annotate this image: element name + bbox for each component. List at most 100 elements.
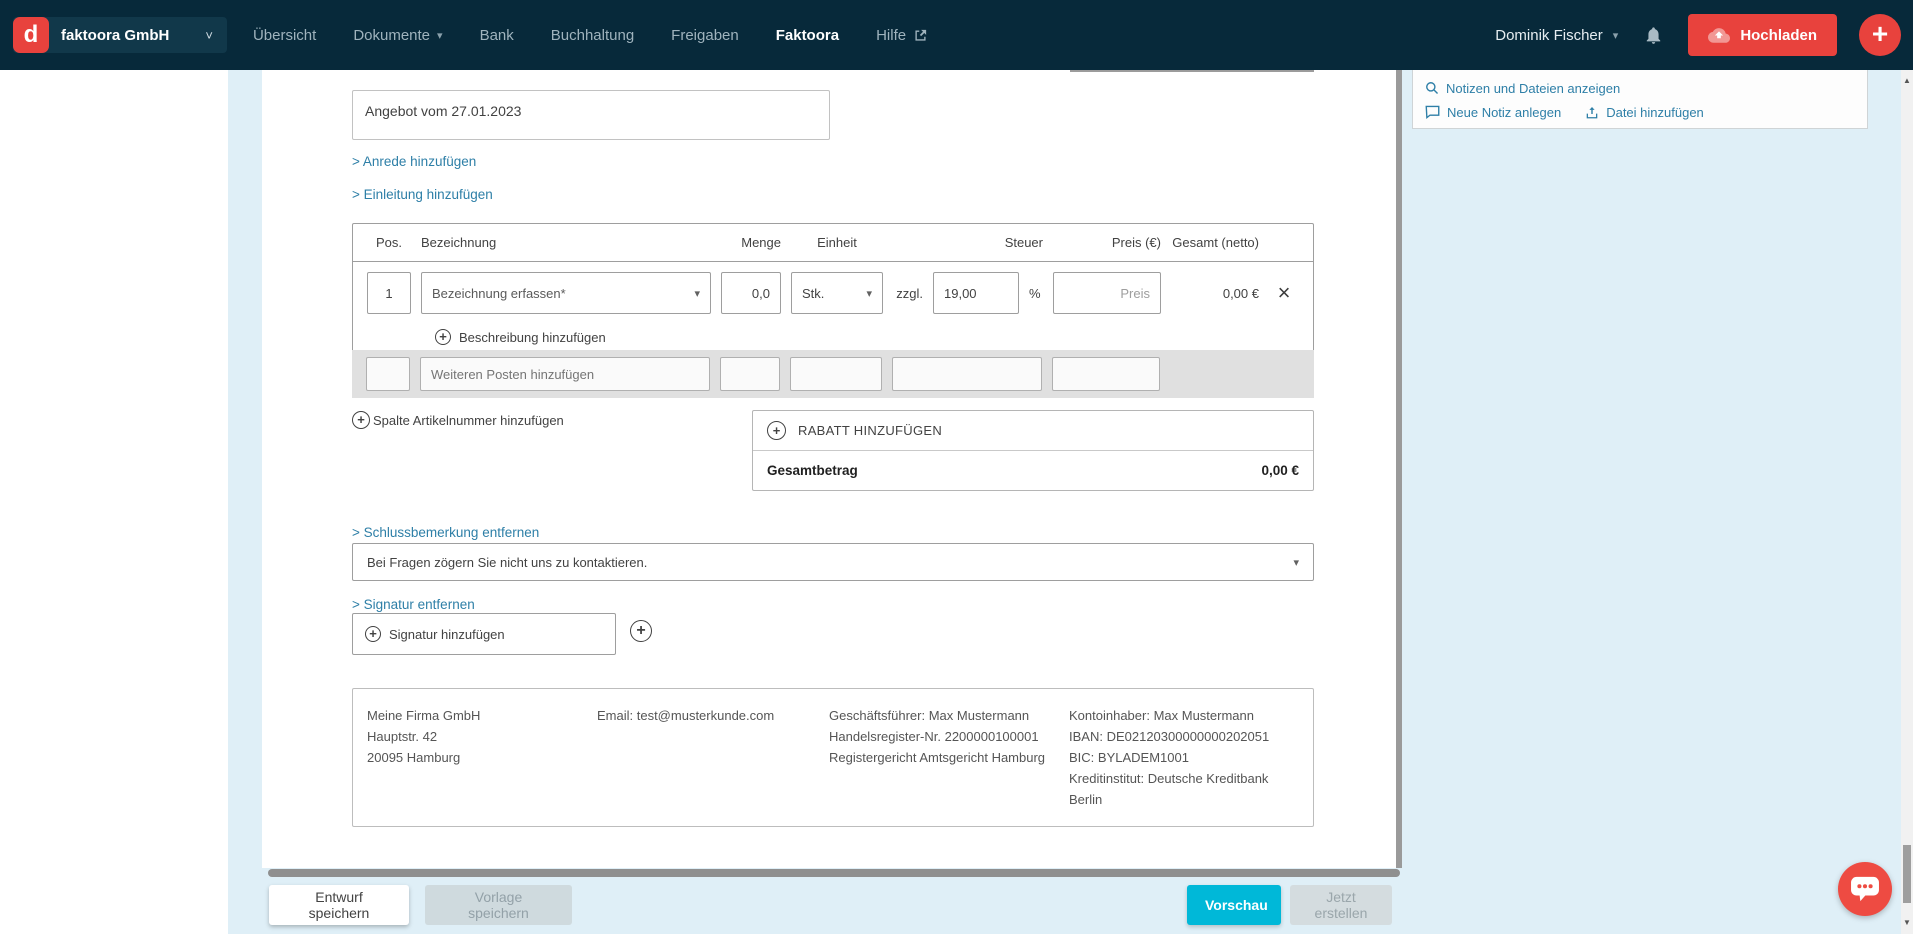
row-total-value: 0,00 € (1171, 286, 1259, 301)
new-quantity-input[interactable] (720, 357, 780, 391)
nav-item-faktoora[interactable]: Faktoora (776, 27, 839, 44)
cloud-upload-icon (1708, 27, 1730, 43)
chevron-down-icon: ▾ (1613, 29, 1619, 42)
chevron-down-icon: ▾ (1293, 556, 1299, 569)
add-file-label: Datei hinzufügen (1606, 105, 1704, 120)
add-intro-link[interactable]: > Einleitung hinzufügen (352, 187, 493, 202)
add-salutation-link[interactable]: > Anrede hinzufügen (352, 154, 476, 169)
document-footer: Meine Firma GmbH Hauptstr. 42 20095 Hamb… (352, 688, 1314, 827)
grand-total-row: Gesamtbetrag 0,00 € (753, 451, 1313, 490)
footer-bank-column: Kontoinhaber: Max Mustermann IBAN: DE021… (1069, 705, 1299, 810)
add-discount-button[interactable]: + RABATT HINZUFÜGEN (753, 411, 1313, 451)
remove-signature-link[interactable]: > Signatur entfernen (352, 597, 475, 612)
new-price-input[interactable] (1052, 357, 1160, 391)
file-upload-icon (1585, 105, 1599, 120)
header-name: Bezeichnung (421, 235, 711, 250)
grand-total-label: Gesamtbetrag (767, 463, 858, 478)
add-signature-block-button[interactable]: + (630, 620, 652, 642)
add-file-link[interactable]: Datei hinzufügen (1585, 105, 1704, 120)
external-link-icon (913, 28, 928, 43)
unit-select[interactable]: Stk. ▾ (791, 272, 883, 314)
company-selector[interactable]: d faktoora GmbH ˅ (13, 17, 227, 53)
user-menu[interactable]: Dominik Fischer ▾ (1495, 27, 1618, 44)
quantity-input[interactable] (721, 272, 781, 314)
plus-circle-icon: + (767, 421, 786, 440)
search-icon (1425, 81, 1439, 95)
faktoora-logo: d (13, 17, 49, 53)
cutoff-field-edge (1070, 70, 1314, 72)
nav-item-dokumente[interactable]: Dokumente ▾ (353, 27, 442, 44)
create-now-button: Jetzt erstellen (1290, 885, 1392, 925)
add-description-link[interactable]: + Beschreibung hinzufügen (435, 329, 606, 345)
left-gutter (0, 70, 228, 934)
closing-remark-select[interactable]: Bei Fragen zögern Sie nicht uns zu konta… (352, 543, 1314, 581)
new-note-label: Neue Notiz anlegen (1447, 105, 1561, 120)
table-row: Bezeichnung erfassen* ▾ Stk. ▾ zzgl. % 0… (353, 262, 1313, 314)
footer-contact-column: Email: test@musterkunde.com (597, 705, 829, 810)
closing-remark-value: Bei Fragen zögern Sie nicht uns zu konta… (367, 555, 647, 570)
header-pos: Pos. (367, 235, 411, 250)
table-header-row: Pos. Bezeichnung Menge Einheit Steuer Pr… (353, 224, 1313, 262)
nav-item-hilfe[interactable]: Hilfe (876, 27, 928, 44)
notes-panel: Notizen und Dateien anzeigen Neue Notiz … (1412, 70, 1868, 129)
add-new-button[interactable]: + (1859, 14, 1901, 56)
save-template-button: Vorlage speichern (425, 885, 572, 925)
nav-item-uebersicht[interactable]: Übersicht (253, 27, 316, 44)
document-title-input[interactable]: Angebot vom 27.01.2023 (352, 90, 830, 140)
plus-circle-icon: + (435, 329, 451, 345)
remove-row-icon[interactable]: × (1269, 282, 1299, 304)
tax-input[interactable] (933, 272, 1019, 314)
app-screen: d faktoora GmbH ˅ Übersicht Dokumente ▾ … (0, 0, 1913, 934)
plus-circle-icon: + (630, 620, 652, 642)
preview-button[interactable]: Vorschau (1187, 885, 1281, 925)
upload-button-label: Hochladen (1740, 27, 1817, 44)
user-name: Dominik Fischer (1495, 27, 1603, 44)
new-position-input[interactable] (366, 357, 410, 391)
item-name-select[interactable]: Bezeichnung erfassen* ▾ (421, 272, 711, 314)
header-tax: Steuer (893, 235, 1043, 250)
plus-circle-icon: + (365, 626, 381, 642)
nav-item-label: Dokumente (353, 27, 430, 44)
document-horizontal-scrollbar[interactable] (268, 869, 1400, 877)
new-item-input[interactable] (420, 357, 710, 391)
tax-prefix-label: zzgl. (893, 286, 923, 301)
document-vertical-scrollbar[interactable] (1396, 70, 1402, 868)
plus-circle-icon: + (352, 411, 370, 429)
footer-company-column: Meine Firma GmbH Hauptstr. 42 20095 Hamb… (367, 705, 597, 810)
window-scrollbar[interactable]: ▲ ▼ (1901, 70, 1913, 934)
nav-item-bank[interactable]: Bank (480, 27, 514, 44)
save-draft-button[interactable]: Entwurf speichern (269, 885, 409, 925)
show-notes-link[interactable]: Notizen und Dateien anzeigen (1425, 81, 1620, 96)
add-signature-button[interactable]: + Signatur hinzufügen (352, 613, 616, 655)
nav-item-label: Hilfe (876, 27, 906, 44)
header-price: Preis (€) (1053, 235, 1161, 250)
nav-item-freigaben[interactable]: Freigaben (671, 27, 739, 44)
header-total: Gesamt (netto) (1171, 235, 1259, 250)
percent-label: % (1029, 286, 1043, 301)
document-card: Angebot vom 27.01.2023 > Anrede hinzufüg… (262, 70, 1402, 868)
remove-closing-link[interactable]: > Schlussbemerkung entfernen (352, 525, 539, 540)
item-name-value: Bezeichnung erfassen* (432, 286, 566, 301)
line-items-table: Pos. Bezeichnung Menge Einheit Steuer Pr… (352, 223, 1314, 361)
add-article-column-label: Spalte Artikelnummer hinzufügen (373, 413, 564, 428)
upload-button[interactable]: Hochladen (1688, 14, 1837, 56)
chat-support-button[interactable] (1838, 862, 1892, 916)
chevron-down-icon: ˅ (205, 28, 213, 43)
chevron-down-icon: ▾ (694, 287, 700, 300)
price-input[interactable] (1053, 272, 1161, 314)
scrollbar-thumb[interactable] (1903, 845, 1911, 903)
add-signature-label: Signatur hinzufügen (389, 627, 505, 642)
chevron-down-icon: ▾ (437, 29, 443, 42)
scroll-down-icon[interactable]: ▼ (1901, 916, 1913, 930)
add-article-column-link[interactable]: + Spalte Artikelnummer hinzufügen (352, 411, 564, 429)
new-unit-input[interactable] (790, 357, 882, 391)
notifications-bell-icon[interactable] (1640, 25, 1666, 46)
header-qty: Menge (721, 235, 781, 250)
comment-icon (1425, 105, 1440, 119)
new-note-link[interactable]: Neue Notiz anlegen (1425, 105, 1561, 120)
scroll-up-icon[interactable]: ▲ (1901, 74, 1913, 88)
add-item-row (352, 350, 1314, 398)
new-tax-input[interactable] (892, 357, 1042, 391)
position-input[interactable] (367, 272, 411, 314)
nav-item-buchhaltung[interactable]: Buchhaltung (551, 27, 634, 44)
